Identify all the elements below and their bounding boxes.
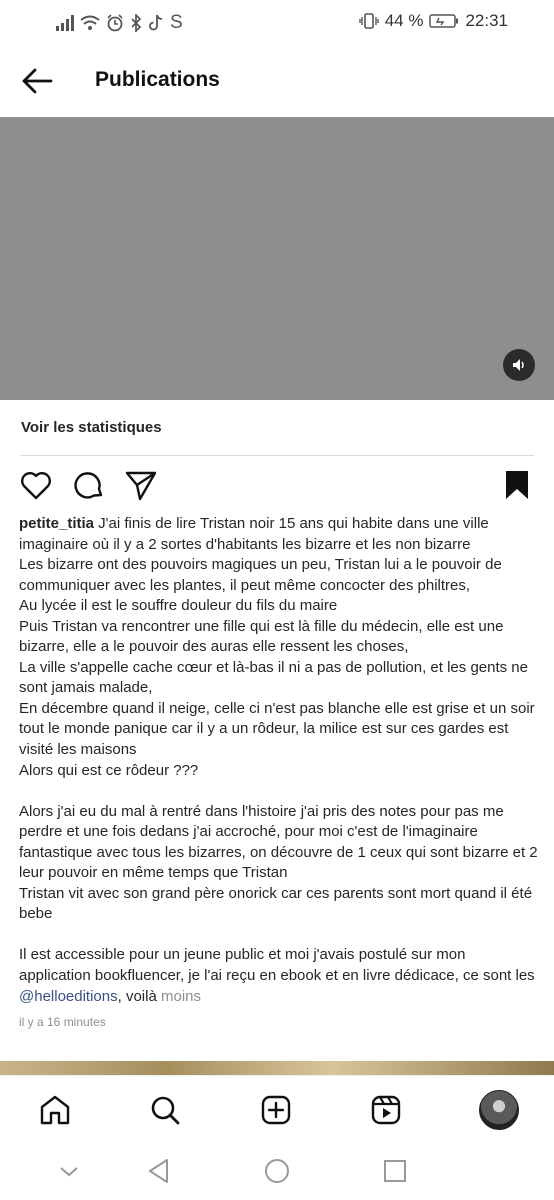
save-icon[interactable] bbox=[500, 468, 534, 502]
header: Publications bbox=[0, 50, 554, 110]
post-username[interactable]: petite_titia bbox=[19, 515, 94, 532]
post-caption: petite_titia J'ai finis de lire Tristan … bbox=[19, 514, 541, 1007]
signal-icon bbox=[56, 15, 74, 31]
view-insights-link[interactable]: Voir les statistiques bbox=[21, 419, 162, 436]
mention-link[interactable]: @helloeditions bbox=[19, 988, 118, 1005]
caption-text: J'ai finis de lire Tristan noir 15 ans q… bbox=[19, 515, 538, 985]
carrier-icon: S bbox=[170, 12, 183, 33]
home-circle-icon[interactable] bbox=[263, 1157, 291, 1185]
status-left: S bbox=[56, 12, 183, 34]
bottom-nav bbox=[0, 1075, 554, 1146]
volume-icon bbox=[513, 359, 524, 371]
comment-icon[interactable] bbox=[72, 468, 106, 502]
post-timestamp: il y a 16 minutes bbox=[19, 1015, 106, 1029]
sound-toggle-button[interactable] bbox=[503, 349, 535, 381]
alarm-icon bbox=[107, 14, 123, 32]
battery-percent: 44 % bbox=[384, 11, 424, 30]
like-icon[interactable] bbox=[19, 468, 53, 502]
post-actions bbox=[0, 468, 554, 504]
reels-icon[interactable] bbox=[369, 1093, 403, 1127]
profile-avatar[interactable] bbox=[479, 1090, 519, 1130]
status-right: 44 % 22:31 bbox=[359, 11, 508, 31]
system-navigation bbox=[0, 1145, 554, 1200]
create-icon[interactable] bbox=[259, 1093, 293, 1127]
clock: 22:31 bbox=[465, 11, 508, 30]
home-icon[interactable] bbox=[38, 1093, 72, 1127]
arrow-left-icon[interactable] bbox=[20, 64, 54, 98]
share-icon[interactable] bbox=[124, 468, 158, 502]
divider bbox=[20, 455, 534, 456]
page-title: Publications bbox=[95, 68, 220, 91]
less-button[interactable]: moins bbox=[161, 988, 201, 1005]
collapse-icon[interactable] bbox=[55, 1157, 83, 1185]
vibrate-icon bbox=[359, 13, 379, 29]
recents-square-icon[interactable] bbox=[381, 1157, 409, 1185]
post-media[interactable] bbox=[0, 117, 554, 400]
search-icon[interactable] bbox=[148, 1093, 182, 1127]
battery-icon bbox=[429, 14, 459, 28]
status-bar: S 44 % 22:31 bbox=[0, 0, 554, 44]
bluetooth-icon bbox=[131, 14, 142, 32]
back-triangle-icon[interactable] bbox=[145, 1157, 173, 1185]
wifi-icon bbox=[80, 15, 100, 30]
caption-text-end: , voilà bbox=[117, 987, 161, 1005]
tiktok-icon bbox=[149, 14, 163, 31]
